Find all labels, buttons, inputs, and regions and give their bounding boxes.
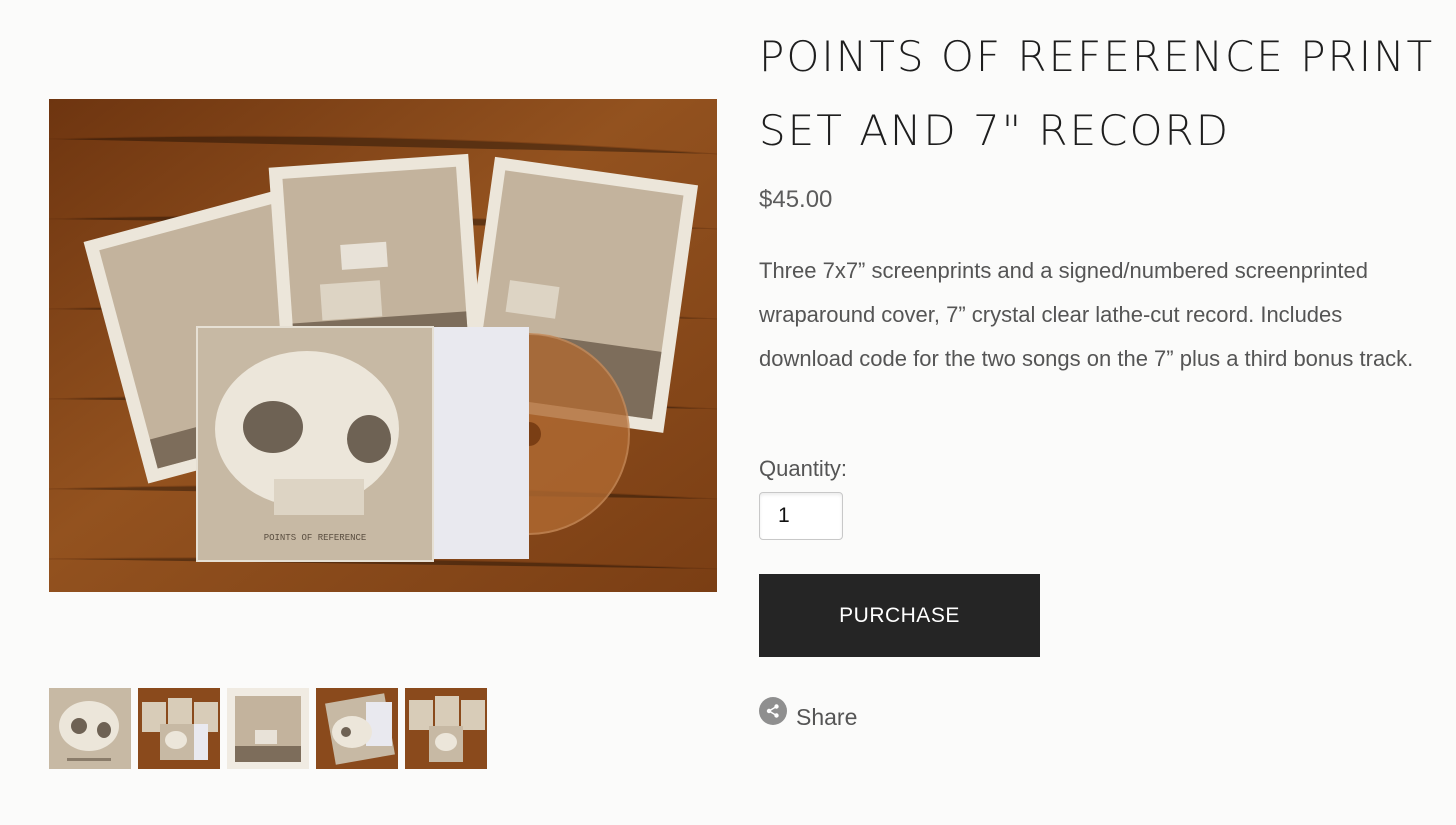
thumbnail-set-on-table-alt[interactable] xyxy=(405,688,487,769)
thumbnail-set-on-table[interactable] xyxy=(138,688,220,769)
thumbnail-water-tower-print[interactable] xyxy=(227,688,309,769)
quantity-label: Quantity: xyxy=(759,456,848,481)
thumbnail-strip xyxy=(49,688,487,769)
product-price: $45.00 xyxy=(759,186,833,213)
main-product-image: POINTS OF REFERENCE xyxy=(49,99,717,592)
cover-title-text: POINTS OF REFERENCE xyxy=(264,533,367,543)
product-title: POINTS OF REFERENCE PRINT SET AND 7" REC… xyxy=(759,32,1435,155)
thumbnail-skull-cover[interactable] xyxy=(49,688,131,769)
share-icon xyxy=(759,696,787,725)
share-button[interactable]: Share xyxy=(759,690,857,731)
share-label: Share xyxy=(796,704,858,730)
quantity-input[interactable] xyxy=(759,492,843,540)
thumbnail-cover-closeup[interactable] xyxy=(316,688,398,769)
product-description: Three 7x7” screenprints and a signed/num… xyxy=(759,258,1414,371)
purchase-button[interactable]: PURCHASE xyxy=(759,574,1040,657)
